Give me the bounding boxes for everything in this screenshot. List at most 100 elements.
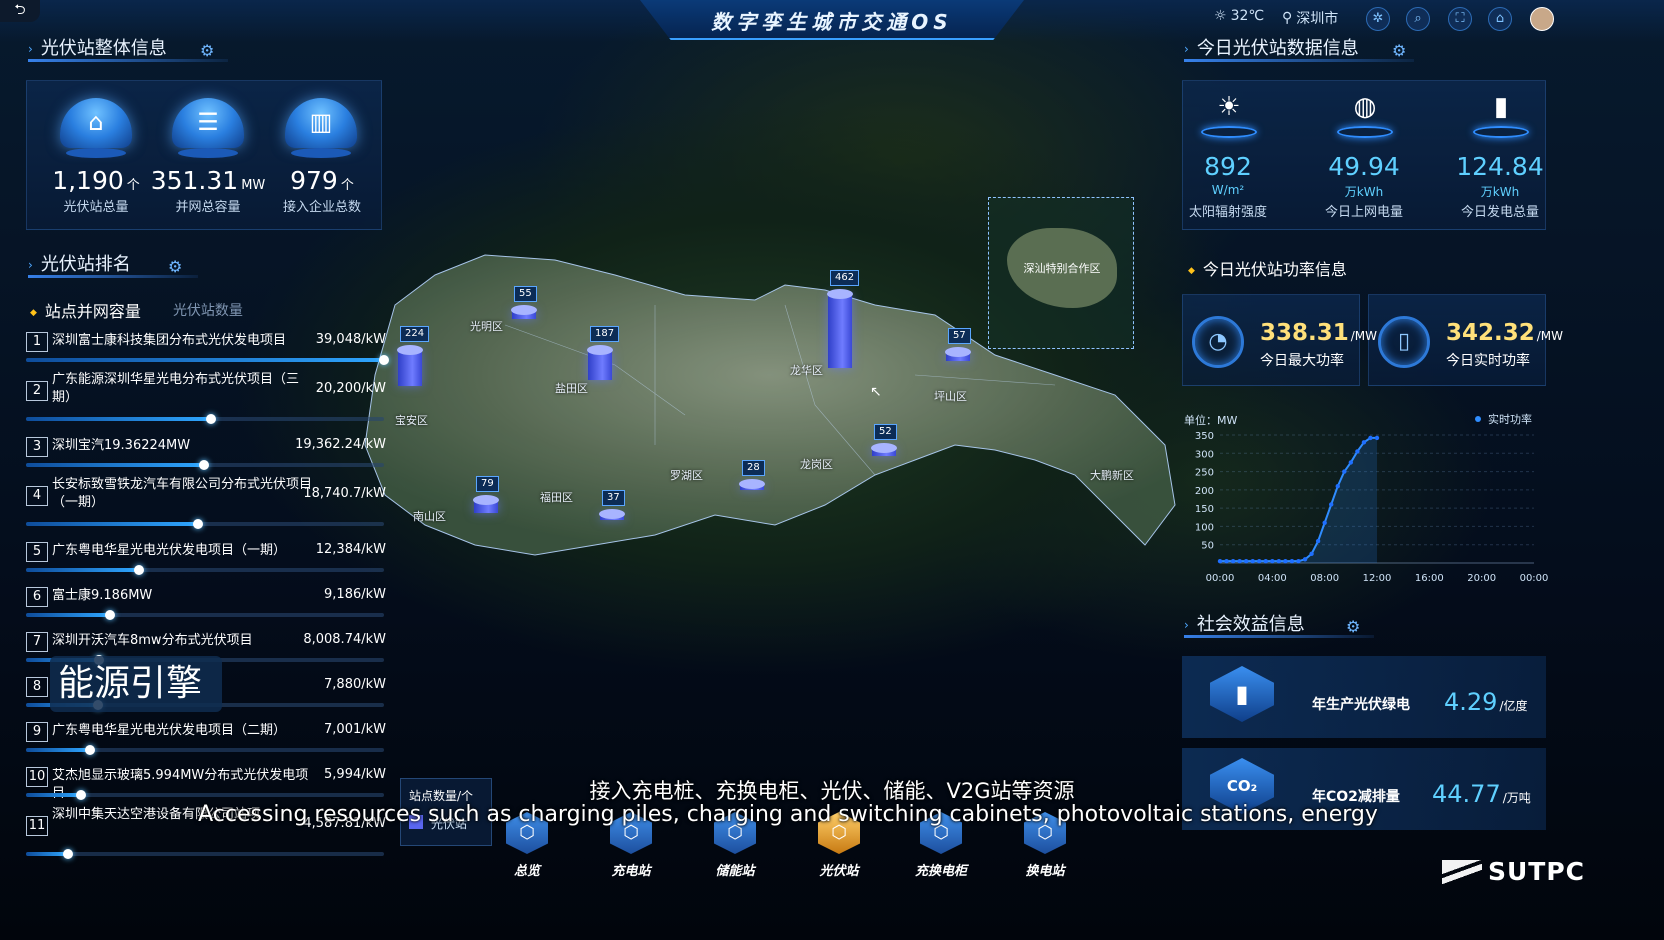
- x-tick-label: 04:00: [1258, 573, 1287, 584]
- data-point: [1243, 558, 1249, 564]
- map-bar-label: 462: [830, 270, 860, 286]
- map-bar-label: 79: [476, 476, 499, 492]
- real-power-value: 342.32/MW: [1446, 320, 1564, 346]
- tab-capacity[interactable]: 站点并网容量: [30, 298, 141, 322]
- rank-number: 7: [26, 632, 48, 652]
- power-line-chart[interactable]: 单位：MW 实时功率 50 100 150 200 250 300 350 00:00 04:00 0…: [1182, 405, 1550, 595]
- map-bar-cap: [739, 479, 765, 489]
- rank-value: 19,362.24/kW: [295, 437, 386, 452]
- ranking-row[interactable]: 1 深圳富士康科技集团分布式光伏发电项目 39,048/kW: [26, 330, 389, 374]
- map-bar-label: 55: [514, 286, 537, 302]
- data-point: [1309, 551, 1314, 557]
- temperature: 32℃: [1230, 8, 1265, 24]
- settings-icon[interactable]: ✲: [1366, 7, 1390, 31]
- district-label: 罗湖区: [670, 469, 703, 482]
- today-title-text: 今日光伏站数据信息: [1196, 38, 1359, 59]
- weather: ☼ 32℃: [1214, 8, 1264, 24]
- data-point: [1329, 502, 1334, 507]
- stat-label: 并网总容量: [175, 200, 241, 215]
- building-icon: ▥: [309, 108, 333, 136]
- home-icon[interactable]: ⌂: [1488, 7, 1512, 31]
- rank-bar-fill: [26, 849, 73, 859]
- ranking-row[interactable]: 9 广东粤电华星光电光伏发电项目（二期） 7,001/kW: [26, 720, 386, 764]
- location-pin-icon: ⚲: [1282, 10, 1293, 26]
- map-bar[interactable]: [398, 350, 422, 386]
- data-point: [1374, 435, 1380, 441]
- ranking-row[interactable]: 4 长安标致雪铁龙汽车有限公司分布式光伏项目（一期） 18,740.7/kW: [26, 477, 386, 529]
- overview-dome-1: ⌂: [60, 98, 132, 158]
- rank-bar: [26, 414, 384, 424]
- map-bar-label: 52: [874, 424, 897, 440]
- globe-icon: ◍: [1353, 92, 1377, 122]
- page-title: 数字孪生城市交通OS: [711, 10, 953, 34]
- map-bar[interactable]: [828, 294, 852, 368]
- city-selector[interactable]: ⚲ 深圳市: [1282, 8, 1338, 28]
- max-power-value: 338.31/MW: [1260, 320, 1378, 346]
- chevron-right-icon: ›: [28, 42, 33, 56]
- rank-name: 广东粤电华星光电光伏发电项目（二期）: [52, 723, 287, 738]
- subtitle-chinese: 接入充电桩、充换电柜、光伏、储能、V2G站等资源: [589, 779, 1075, 803]
- y-tick-label: 200: [1195, 486, 1214, 497]
- city-name: 深圳市: [1296, 11, 1339, 27]
- dashboard-root: 光明区 龙华区 宝安区 龙岗区 坪山区 福田区 南山区 罗湖区 盐田区 大鹏新区…: [0, 0, 1664, 940]
- ranking-title-text: 光伏站排名: [40, 254, 131, 275]
- tab-count[interactable]: 光伏站数量: [173, 300, 243, 320]
- social-title-text: 社会效益信息: [1196, 614, 1305, 635]
- fullscreen-icon[interactable]: ⛶: [1448, 7, 1472, 31]
- data-point: [1237, 558, 1242, 564]
- data-point: [1230, 558, 1236, 564]
- power-title-text: 今日光伏站功率信息: [1202, 260, 1347, 279]
- rank-bar-fill: [26, 565, 144, 575]
- data-point: [1263, 558, 1268, 564]
- rank-name: 深圳开沃汽车8mw分布式光伏项目: [52, 633, 253, 648]
- overview-dome-3: ▥: [285, 98, 357, 158]
- today-title: › 今日光伏站数据信息 ⚙: [1184, 34, 1424, 62]
- data-point: [1322, 520, 1327, 525]
- rank-number: 9: [26, 722, 48, 742]
- today-label: 太阳辐射强度: [1188, 205, 1267, 220]
- platform-glow: [1473, 126, 1529, 138]
- today-unit: 万kWh: [1480, 185, 1520, 199]
- map-bar-cap: [397, 345, 423, 355]
- today-value: 124.84: [1456, 152, 1544, 181]
- back-button[interactable]: ⮌: [0, 0, 40, 22]
- cursor-icon: ↖: [870, 384, 882, 400]
- today-unit: W/m²: [1211, 183, 1245, 197]
- rank-bar-fill: [26, 745, 95, 755]
- special-zone-inset[interactable]: 深汕特别合作区: [988, 197, 1134, 349]
- overview-dome-2: ☰: [172, 98, 244, 158]
- map-bar-cap: [945, 347, 971, 357]
- home-icon: ⌂: [88, 108, 104, 136]
- ranking-row[interactable]: 5 广东粤电华星光电光伏发电项目（一期） 12,384/kW: [26, 540, 386, 584]
- data-point: [1276, 558, 1282, 564]
- map-bar-label: 224: [400, 326, 430, 342]
- rank-bar-fill: [26, 519, 203, 529]
- today-value: 892: [1204, 152, 1252, 181]
- ranking-row[interactable]: 2 广东能源深圳华星光电分布式光伏项目（三期） 20,200/kW: [26, 372, 386, 424]
- x-tick-label: 08:00: [1310, 573, 1339, 584]
- rank-bar: [26, 355, 389, 365]
- max-power-label: 今日最大功率: [1260, 353, 1344, 369]
- district-label: 坪山区: [934, 390, 967, 403]
- stat-value: 1,190 个: [52, 166, 140, 195]
- avatar[interactable]: [1530, 7, 1554, 31]
- data-point: [1283, 558, 1288, 564]
- gear-chart-icon: ⚙: [168, 257, 183, 276]
- gear-chart-icon: ⚙: [200, 41, 215, 60]
- ranking-row[interactable]: 6 富士康9.186MW 9,186/kW: [26, 585, 386, 629]
- search-icon[interactable]: ⌕: [1406, 7, 1430, 31]
- nav-label: 充换电柜: [914, 864, 967, 879]
- map-bar-cap: [827, 289, 853, 299]
- gauge-icon: ◔: [1192, 316, 1244, 368]
- rank-number: 1: [26, 332, 48, 352]
- y-tick-label: 250: [1195, 468, 1214, 479]
- district-label: 大鹏新区: [1090, 469, 1134, 482]
- rank-name: 广东粤电华星光电光伏发电项目（一期）: [52, 543, 287, 558]
- data-point: [1270, 558, 1275, 564]
- rank-value: 12,384/kW: [315, 542, 386, 557]
- x-tick-label: 12:00: [1363, 573, 1392, 584]
- map-bar-label: 187: [590, 326, 620, 342]
- ranking-row[interactable]: 3 深圳宝汽19.36224MW 19,362.24/kW: [26, 435, 386, 479]
- y-axis-label: 单位：MW: [1184, 413, 1237, 427]
- rank-number: 3: [26, 437, 48, 457]
